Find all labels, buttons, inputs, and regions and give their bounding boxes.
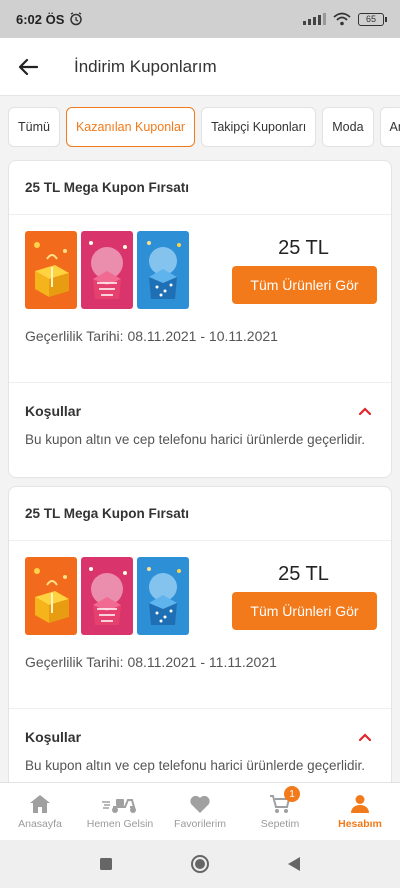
nav-item-account[interactable]: Hesabım — [320, 783, 400, 840]
status-bar: 6:02 ÖS 65 — [0, 0, 400, 38]
gift-box-pink-icon — [81, 231, 133, 309]
gift-box-orange-icon — [25, 557, 77, 635]
conditions-title: Koşullar — [25, 403, 82, 419]
conditions-title: Koşullar — [25, 729, 82, 745]
gift-images — [25, 557, 189, 635]
nav-label: Anasayfa — [18, 817, 62, 830]
gift-box-pink-icon — [81, 557, 133, 635]
filter-chip-fashion[interactable]: Moda — [322, 107, 374, 147]
recent-apps-button[interactable] — [94, 852, 118, 876]
app-header: İndirim Kuponlarım — [0, 38, 400, 96]
validity-label: Geçerlilik Tarihi: — [25, 328, 124, 344]
page-title: İndirim Kuponlarım — [74, 56, 217, 76]
filter-chip-earned[interactable]: Kazanılan Kuponlar — [65, 107, 196, 147]
view-all-products-button[interactable]: Tüm Ürünleri Gör — [232, 592, 377, 630]
conditions-header: Koşullar — [25, 401, 375, 421]
filter-chip-follower[interactable]: Takipçi Kuponları — [201, 107, 317, 147]
coupon-validity: Geçerlilik Tarihi: 08.11.2021 - 10.11.20… — [25, 328, 278, 344]
nav-label: Hesabım — [338, 817, 382, 830]
nav-label: Favorilerim — [174, 817, 226, 830]
coupon-amount: 25 TL — [278, 237, 329, 259]
system-nav — [0, 840, 400, 888]
triangle-back-icon — [288, 857, 300, 871]
filter-chip-mother[interactable]: Anne — [379, 107, 400, 147]
heart-icon — [190, 795, 210, 813]
validity-dates: 08.11.2021 - 11.11.2021 — [127, 654, 277, 670]
coupon-validity: Geçerlilik Tarihi: 08.11.2021 - 11.11.20… — [25, 654, 277, 670]
nav-item-home[interactable]: Anasayfa — [0, 783, 80, 840]
coupon-amount: 25 TL — [278, 563, 329, 585]
user-icon — [351, 794, 369, 813]
nav-item-quick-delivery[interactable]: Hemen Gelsin — [80, 783, 160, 840]
alarm-icon — [70, 12, 83, 26]
battery-icon: 65 — [358, 12, 387, 26]
status-right: 65 — [303, 12, 387, 26]
bottom-nav: Anasayfa Hemen Gelsin Favorilerim 1 Sepe… — [0, 782, 400, 840]
conditions-header: Koşullar — [25, 727, 375, 747]
status-left: 6:02 ÖS — [16, 12, 83, 27]
coupon-body: 25 TL Tüm Ürünleri Gör Geçerlilik Tarihi… — [9, 541, 391, 709]
gift-box-blue-icon — [137, 231, 189, 309]
chevron-up-icon[interactable] — [355, 401, 375, 421]
signal-icon — [303, 13, 326, 25]
coupon-conditions: Koşullar Bu kupon altın ve cep telefonu … — [9, 709, 391, 782]
conditions-text: Bu kupon altın ve cep telefonu harici ür… — [25, 432, 365, 447]
validity-label: Geçerlilik Tarihi: — [25, 654, 124, 670]
gift-box-orange-icon — [25, 231, 77, 309]
view-all-products-button[interactable]: Tüm Ürünleri Gör — [232, 266, 377, 304]
scooter-icon — [102, 798, 136, 813]
circle-icon — [191, 855, 209, 873]
arrow-left-icon — [18, 58, 38, 75]
coupon-title: 25 TL Mega Kupon Fırsatı — [9, 161, 391, 215]
validity-dates: 08.11.2021 - 10.11.2021 — [127, 328, 278, 344]
coupon-card: 25 TL Mega Kupon Fırsatı 25 TL Tüm Ürünl… — [8, 160, 392, 478]
conditions-text: Bu kupon altın ve cep telefonu harici ür… — [25, 758, 365, 773]
coupon-card: 25 TL Mega Kupon Fırsatı 25 TL Tüm Ürünl… — [8, 486, 392, 782]
coupon-conditions: Koşullar Bu kupon altın ve cep telefonu … — [9, 383, 391, 477]
gift-images — [25, 231, 189, 309]
back-button[interactable] — [0, 38, 56, 96]
filter-row: Tümü Kazanılan Kuponlar Takipçi Kuponlar… — [0, 96, 400, 158]
wifi-icon — [333, 12, 351, 26]
nav-item-cart[interactable]: 1 Sepetim — [240, 783, 320, 840]
nav-item-favorites[interactable]: Favorilerim — [160, 783, 240, 840]
coupon-list[interactable]: 25 TL Mega Kupon Fırsatı 25 TL Tüm Ürünl… — [0, 158, 400, 782]
cart-badge: 1 — [284, 786, 300, 802]
chevron-up-icon[interactable] — [355, 727, 375, 747]
home-icon — [30, 794, 50, 813]
nav-label: Hemen Gelsin — [86, 817, 154, 830]
coupon-title: 25 TL Mega Kupon Fırsatı — [9, 487, 391, 541]
nav-label: Sepetim — [260, 817, 300, 830]
back-system-button[interactable] — [282, 852, 306, 876]
home-system-button[interactable] — [188, 852, 212, 876]
square-icon — [100, 858, 112, 870]
coupon-body: 25 TL Tüm Ürünleri Gör Geçerlilik Tarihi… — [9, 215, 391, 383]
filter-chip-all[interactable]: Tümü — [8, 107, 60, 147]
status-time: 6:02 ÖS — [16, 11, 65, 27]
gift-box-blue-icon — [137, 557, 189, 635]
